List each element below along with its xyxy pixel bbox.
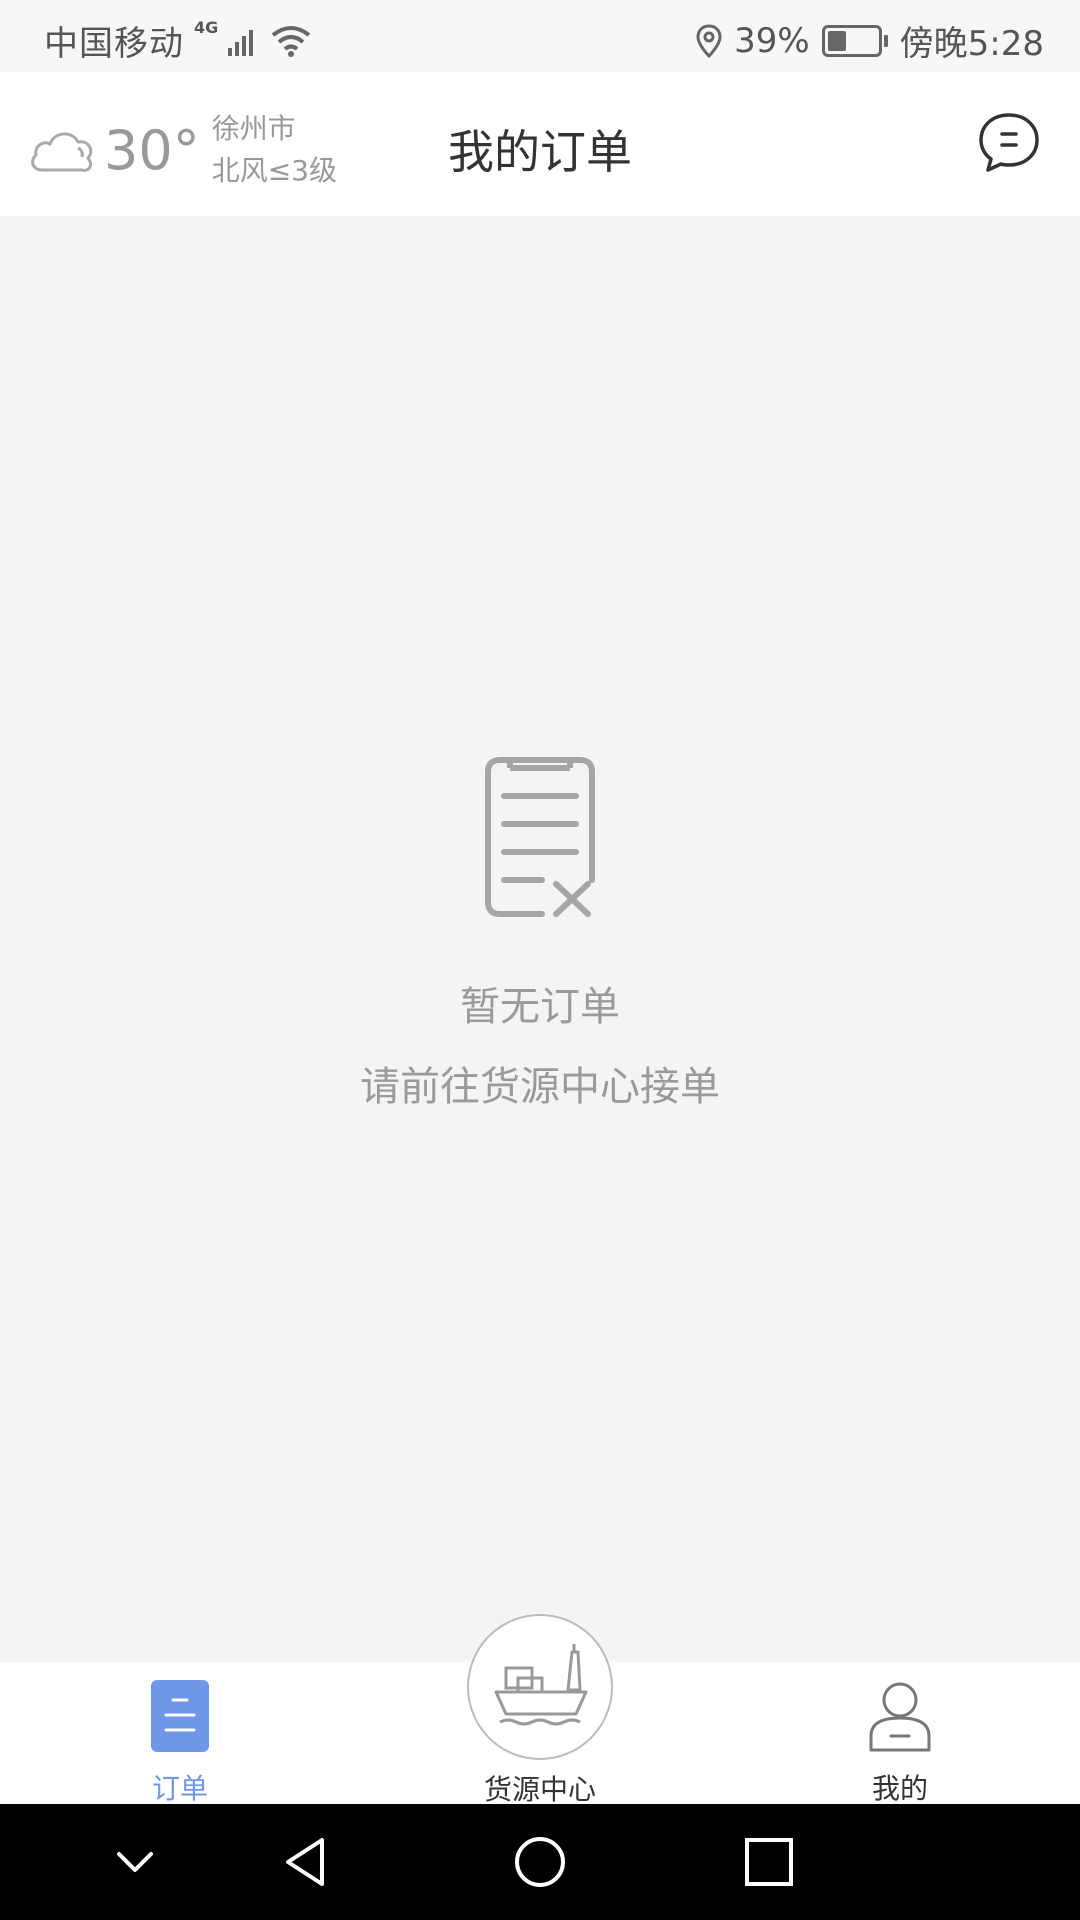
empty-state: 暂无订单 请前往货源中心接单: [0, 752, 1080, 1112]
back-icon[interactable]: [280, 1834, 336, 1890]
system-nav-bar: [0, 1804, 1080, 1920]
orders-icon: [151, 1680, 209, 1752]
battery-percent: 39%: [734, 20, 810, 61]
cargo-ship-icon: [494, 1644, 588, 1726]
empty-title: 暂无订单: [460, 984, 620, 1030]
chat-bubble-icon[interactable]: [976, 110, 1042, 176]
wifi-icon: [272, 25, 311, 57]
network-type: 4G: [194, 18, 219, 37]
chevron-down-icon[interactable]: [107, 1834, 163, 1890]
battery-icon: [821, 24, 888, 57]
signal-icon: [228, 29, 254, 56]
tab-mine[interactable]: 我的: [800, 1680, 1000, 1807]
empty-subtitle: 请前往货源中心接单: [360, 1064, 720, 1110]
recent-apps-icon[interactable]: [741, 1834, 797, 1890]
cargo-center-label: 货源中心: [483, 1773, 596, 1806]
tab-mine-label: 我的: [871, 1772, 928, 1805]
user-icon: [869, 1682, 931, 1752]
tab-orders[interactable]: 订单: [80, 1680, 280, 1807]
clipboard-x-icon: [485, 757, 595, 917]
status-left: 中国移动 4G: [44, 16, 312, 65]
tab-orders-label: 订单: [151, 1772, 208, 1805]
cargo-center-button[interactable]: [467, 1614, 613, 1760]
status-bar: 中国移动 4G 39% 傍晚5:28: [0, 0, 1080, 72]
carrier-name: 中国移动: [44, 24, 184, 64]
clock: 傍晚5:28: [899, 24, 1044, 64]
page-title: 我的订单: [448, 125, 632, 179]
location-icon: [696, 23, 722, 58]
tab-cargo-center[interactable]: 货源中心: [467, 1614, 613, 1808]
home-icon[interactable]: [512, 1834, 568, 1890]
app-header: 30° 徐州市 北风≤3级 我的订单: [0, 72, 1080, 216]
status-right: 39% 傍晚5:28: [696, 16, 1044, 65]
